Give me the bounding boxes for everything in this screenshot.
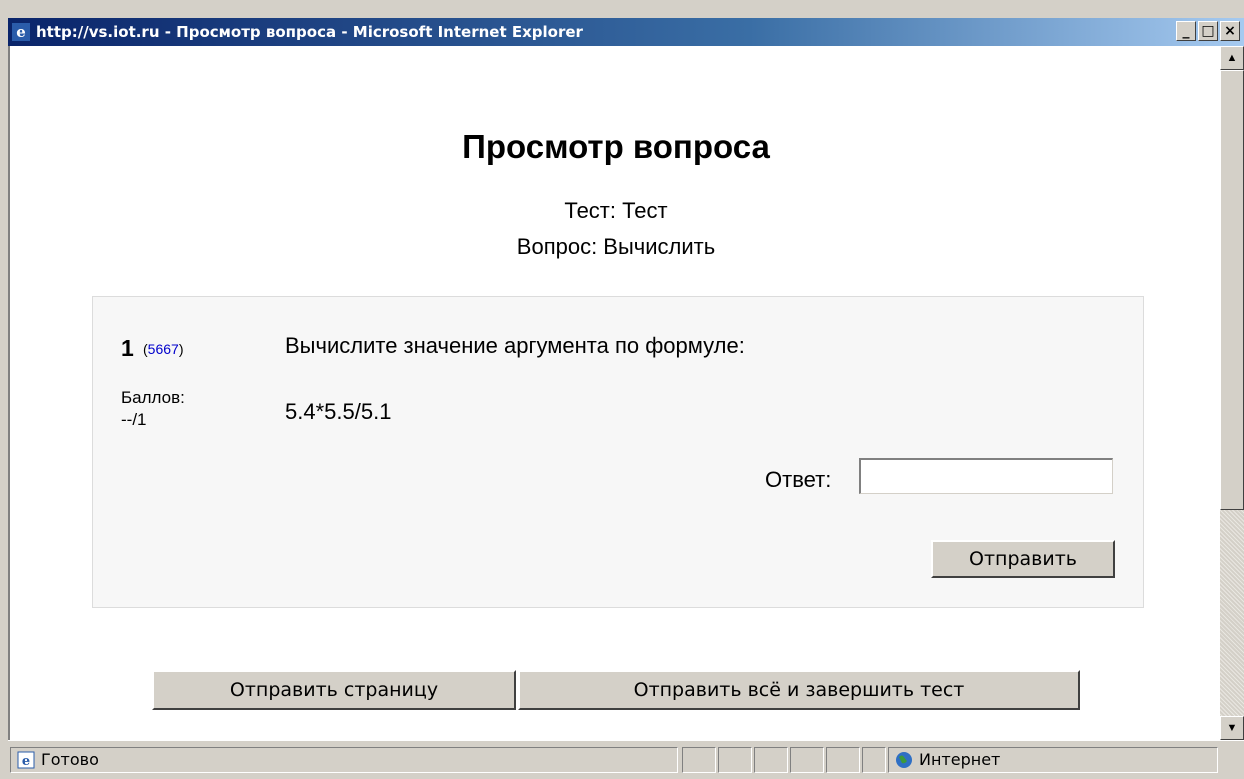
question-formula: 5.4*5.5/5.1 <box>285 399 392 424</box>
submit-page-button[interactable]: Отправить страницу <box>152 670 516 710</box>
grade-info: Баллов: --/1 <box>121 387 185 431</box>
page-title: Просмотр вопроса <box>462 128 770 165</box>
status-pane-empty <box>862 747 886 773</box>
window-title: http://vs.iot.ru - Просмотр вопроса - Mi… <box>36 23 583 41</box>
vertical-scrollbar[interactable]: ▲ ▼ <box>1220 46 1244 740</box>
submit-all-button[interactable]: Отправить всё и завершить тест <box>518 670 1080 710</box>
question-number: 1 <box>121 335 134 361</box>
submit-button[interactable]: Отправить <box>931 540 1115 578</box>
question-id: (5667) <box>143 341 184 357</box>
question-text: Вычислите значение аргумента по формуле: <box>285 333 745 358</box>
scroll-thumb[interactable] <box>1220 70 1244 510</box>
close-button[interactable]: × <box>1220 21 1240 41</box>
grade-value: --/1 <box>121 410 147 429</box>
minimize-button[interactable]: _ <box>1176 21 1196 41</box>
status-bar: e Готово Интернет <box>8 740 1244 779</box>
answer-input[interactable] <box>859 458 1113 494</box>
browser-window: e http://vs.iot.ru - Просмотр вопроса - … <box>0 0 1244 779</box>
scroll-down-arrow-icon[interactable]: ▼ <box>1220 716 1244 740</box>
question-id-link[interactable]: 5667 <box>148 341 179 357</box>
ie-icon: e <box>12 23 30 41</box>
test-name: Тест: Тест <box>564 198 668 223</box>
status-pane-empty <box>790 747 824 773</box>
question-box: 1 (5667) Баллов: --/1 Вычислите значение… <box>92 296 1144 608</box>
status-pane-empty <box>718 747 752 773</box>
svg-text:e: e <box>16 23 26 41</box>
title-bar[interactable]: e http://vs.iot.ru - Просмотр вопроса - … <box>8 18 1244 46</box>
status-pane-empty <box>682 747 716 773</box>
status-pane-empty <box>826 747 860 773</box>
page-content: Просмотр вопроса Тест: Тест Вопрос: Вычи… <box>8 46 1220 740</box>
zone-pane: Интернет <box>888 747 1218 773</box>
svg-text:e: e <box>22 754 30 769</box>
globe-icon <box>896 752 912 768</box>
status-pane: e Готово <box>10 747 678 773</box>
status-pane-empty <box>754 747 788 773</box>
maximize-button[interactable]: □ <box>1198 21 1218 41</box>
status-text: Готово <box>41 750 99 769</box>
grade-label: Баллов: <box>121 388 185 407</box>
scroll-up-arrow-icon[interactable]: ▲ <box>1220 46 1244 70</box>
question-name: Вопрос: Вычислить <box>516 234 716 259</box>
page-icon: e <box>17 751 35 769</box>
answer-label: Ответ: <box>765 467 832 492</box>
zone-text: Интернет <box>919 750 1001 769</box>
